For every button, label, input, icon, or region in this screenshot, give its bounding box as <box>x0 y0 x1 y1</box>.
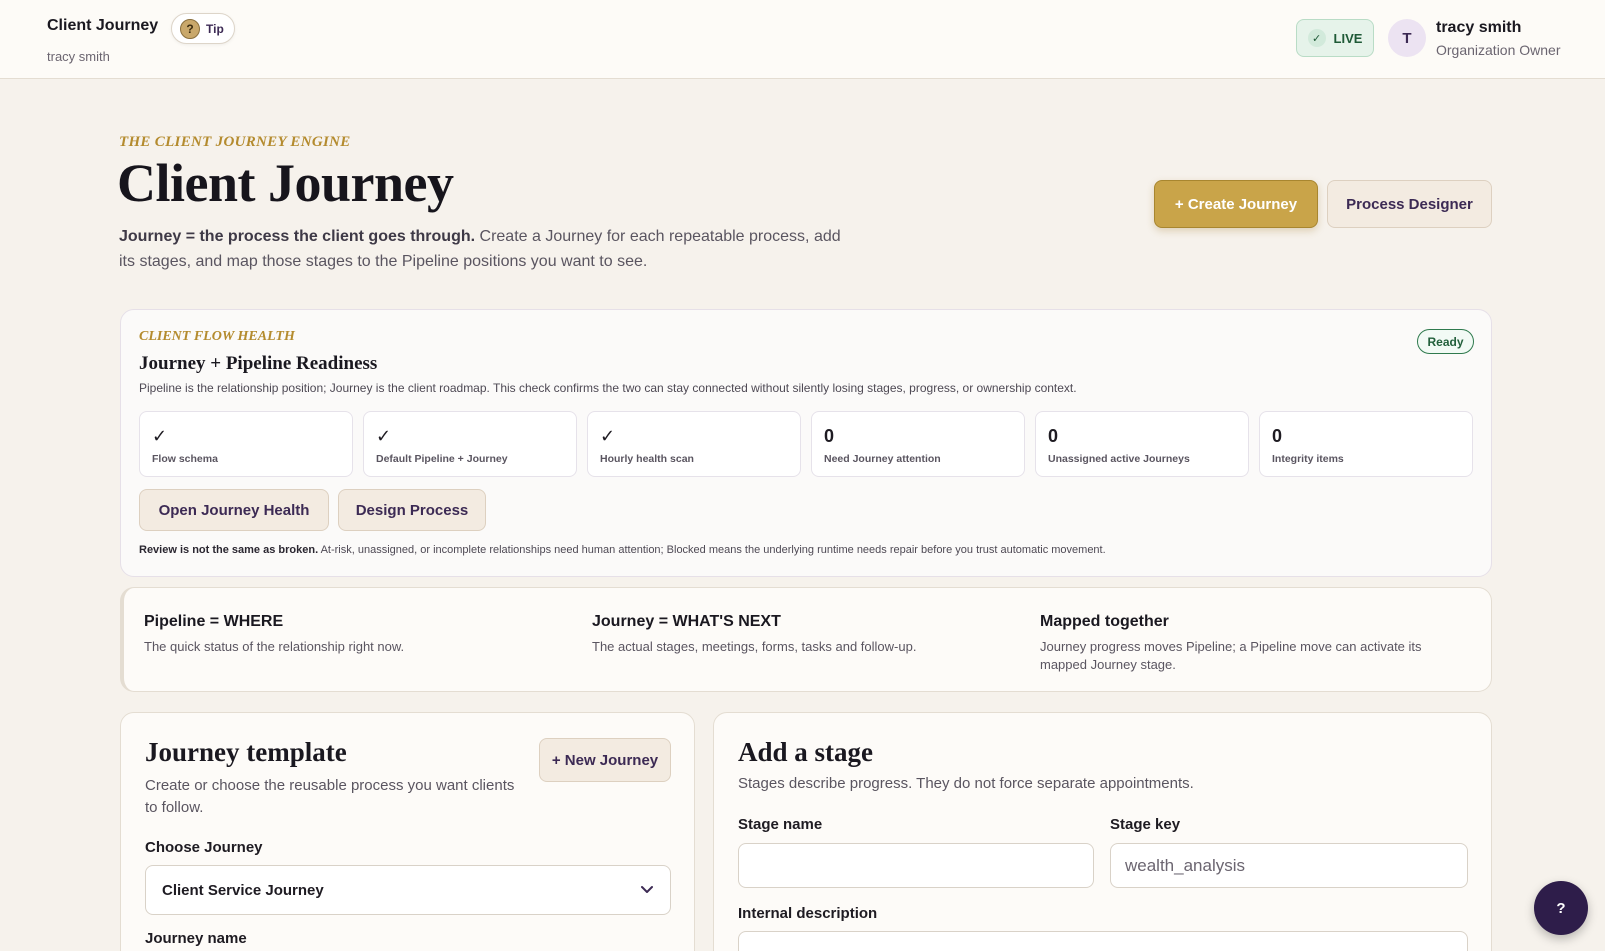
choose-journey-label: Choose Journey <box>145 839 263 856</box>
health-note: Review is not the same as broken. At-ris… <box>139 544 1106 556</box>
concepts-card: Pipeline = WHERE The quick status of the… <box>120 587 1492 692</box>
concept-title: Journey = WHAT'S NEXT <box>592 613 781 630</box>
live-status-badge: ✓ LIVE <box>1296 19 1374 57</box>
add-stage-card: Add a stage Stages describe progress. Th… <box>713 712 1492 951</box>
metric-label: Unassigned active Journeys <box>1048 453 1190 465</box>
journey-name-label: Journey name <box>145 930 247 947</box>
metric-label: Flow schema <box>152 453 218 465</box>
metric-label: Need Journey attention <box>824 453 941 465</box>
new-journey-button[interactable]: + New Journey <box>539 738 671 782</box>
stage-name-input[interactable] <box>738 843 1094 888</box>
metric-label: Hourly health scan <box>600 453 694 465</box>
stage-title: Add a stage <box>738 737 874 767</box>
metric-integrity: 0 Integrity items <box>1259 411 1473 477</box>
health-note-strong: Review is not the same as broken. <box>139 544 319 556</box>
selected-journey: Client Service Journey <box>162 881 324 899</box>
hero-lead: Journey = the process the client goes th… <box>119 224 849 274</box>
metric-value: 0 <box>1048 426 1059 446</box>
avatar[interactable]: T <box>1388 19 1426 57</box>
metric-value: 0 <box>824 426 835 446</box>
template-title: Journey template <box>145 737 347 767</box>
metric-value: ✓ <box>376 426 392 446</box>
stage-name-label: Stage name <box>738 816 823 833</box>
top-bar: Client Journey tracy smith ? Tip ✓ LIVE … <box>0 0 1605 79</box>
metric-value: 0 <box>1272 426 1283 446</box>
hero-lead-strong: Journey = the process the client goes th… <box>119 228 476 245</box>
chevron-down-icon <box>640 882 654 899</box>
concept-text: Journey progress moves Pipeline; a Pipel… <box>1040 639 1422 672</box>
page-title: Client Journey <box>117 153 454 213</box>
health-eyebrow: CLIENT FLOW HEALTH <box>139 329 295 344</box>
health-note-text: At-risk, unassigned, or incomplete relat… <box>318 544 1106 556</box>
metric-need-attention: 0 Need Journey attention <box>811 411 1025 477</box>
app-user-name: tracy smith <box>47 49 110 64</box>
internal-description-label: Internal description <box>738 905 878 922</box>
health-description: Pipeline is the relationship position; J… <box>139 381 1077 395</box>
process-designer-button[interactable]: Process Designer <box>1327 180 1492 228</box>
concept-title: Mapped together <box>1040 613 1169 630</box>
internal-description-input[interactable] <box>738 931 1468 951</box>
concept-pipeline: Pipeline = WHERE The quick status of the… <box>144 613 564 656</box>
journey-template-card: Journey template Create or choose the re… <box>120 712 695 951</box>
check-icon: ✓ <box>1307 29 1326 47</box>
health-metrics: ✓ Flow schema ✓ Default Pipeline + Journ… <box>139 411 1473 477</box>
stage-key-label: Stage key <box>1110 816 1181 833</box>
concept-mapped: Mapped together Journey progress moves P… <box>1040 613 1440 674</box>
profile-role: Organization Owner <box>1436 42 1561 58</box>
metric-unassigned: 0 Unassigned active Journeys <box>1035 411 1249 477</box>
help-button[interactable]: ? <box>1534 881 1588 935</box>
metric-flow-schema: ✓ Flow schema <box>139 411 353 477</box>
profile-name[interactable]: tracy smith <box>1436 19 1521 37</box>
hero-eyebrow: THE CLIENT JOURNEY ENGINE <box>119 134 351 150</box>
journey-health-card: CLIENT FLOW HEALTH Journey + Pipeline Re… <box>120 309 1492 577</box>
create-journey-button[interactable]: + Create Journey <box>1154 180 1318 228</box>
template-description: Create or choose the reusable process yo… <box>145 777 515 816</box>
metric-label: Integrity items <box>1272 453 1344 465</box>
metric-hourly-scan: ✓ Hourly health scan <box>587 411 801 477</box>
live-label: LIVE <box>1333 30 1363 46</box>
stage-description: Stages describe progress. They do not fo… <box>738 775 1194 792</box>
metric-label: Default Pipeline + Journey <box>376 453 508 465</box>
choose-journey-select[interactable]: Client Service Journey <box>145 865 671 915</box>
concept-text: The quick status of the relationship rig… <box>144 639 405 654</box>
open-journey-health-button[interactable]: Open Journey Health <box>139 489 329 531</box>
metric-default-pipeline: ✓ Default Pipeline + Journey <box>363 411 577 477</box>
tip-button[interactable]: ? Tip <box>171 13 235 44</box>
metric-value: ✓ <box>152 426 168 446</box>
question-icon: ? <box>180 18 200 39</box>
concept-journey: Journey = WHAT'S NEXT The actual stages,… <box>592 613 1012 656</box>
ready-status-badge: Ready <box>1417 329 1474 354</box>
concept-text: The actual stages, meetings, forms, task… <box>592 639 917 654</box>
tip-label: Tip <box>206 21 224 36</box>
concept-title: Pipeline = WHERE <box>144 613 284 630</box>
stage-key-input[interactable] <box>1110 843 1468 888</box>
app-title: Client Journey <box>47 17 159 34</box>
health-title: Journey + Pipeline Readiness <box>139 353 378 374</box>
design-process-button[interactable]: Design Process <box>338 489 486 531</box>
metric-value: ✓ <box>600 426 616 446</box>
